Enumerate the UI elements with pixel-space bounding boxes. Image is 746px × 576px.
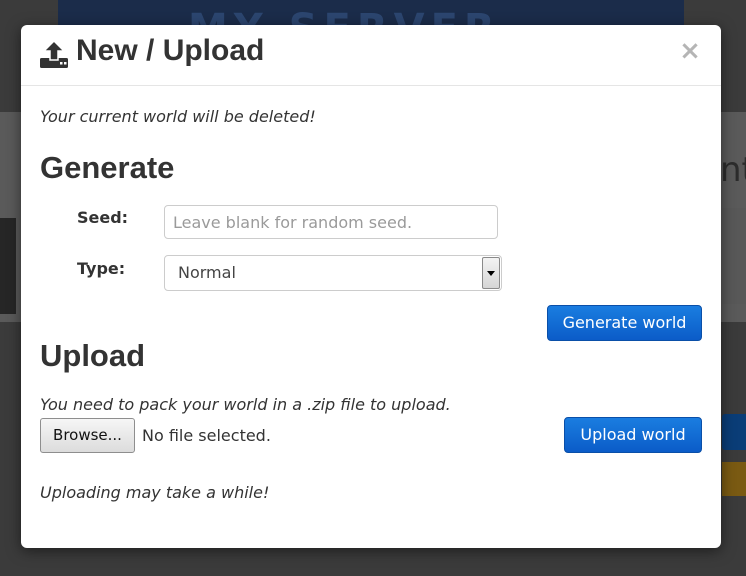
upload-world-button[interactable]: Upload world — [564, 417, 702, 453]
background-image-fragment — [0, 218, 16, 314]
file-status: No file selected. — [142, 426, 271, 445]
generate-heading: Generate — [40, 150, 175, 185]
modal-title: New / Upload — [76, 34, 265, 67]
upload-note: Uploading may take a while! — [40, 483, 270, 502]
background-heading-fragment: nt — [720, 150, 746, 190]
background-button-fragment — [722, 414, 746, 450]
upload-heading: Upload — [40, 338, 146, 373]
world-type-select[interactable]: Normal — [164, 255, 502, 291]
upload-instructions: You need to pack your world in a .zip fi… — [40, 395, 451, 414]
generate-world-button[interactable]: Generate world — [547, 305, 702, 341]
seed-label: Seed: — [77, 208, 129, 227]
background-image-fragment-right — [722, 208, 746, 304]
type-label: Type: — [77, 259, 126, 278]
seed-input[interactable] — [164, 205, 498, 239]
new-upload-modal: New / Upload × Your current world will b… — [21, 25, 721, 548]
chevron-down-icon[interactable] — [482, 257, 500, 289]
world-type-selected: Normal — [178, 263, 236, 282]
upload-icon — [40, 40, 68, 68]
deletion-warning: Your current world will be deleted! — [40, 107, 316, 126]
close-button[interactable]: × — [679, 38, 701, 64]
background-orange-fragment — [722, 462, 746, 496]
modal-header: New / Upload × — [21, 25, 721, 86]
browse-button[interactable]: Browse... — [40, 418, 135, 453]
